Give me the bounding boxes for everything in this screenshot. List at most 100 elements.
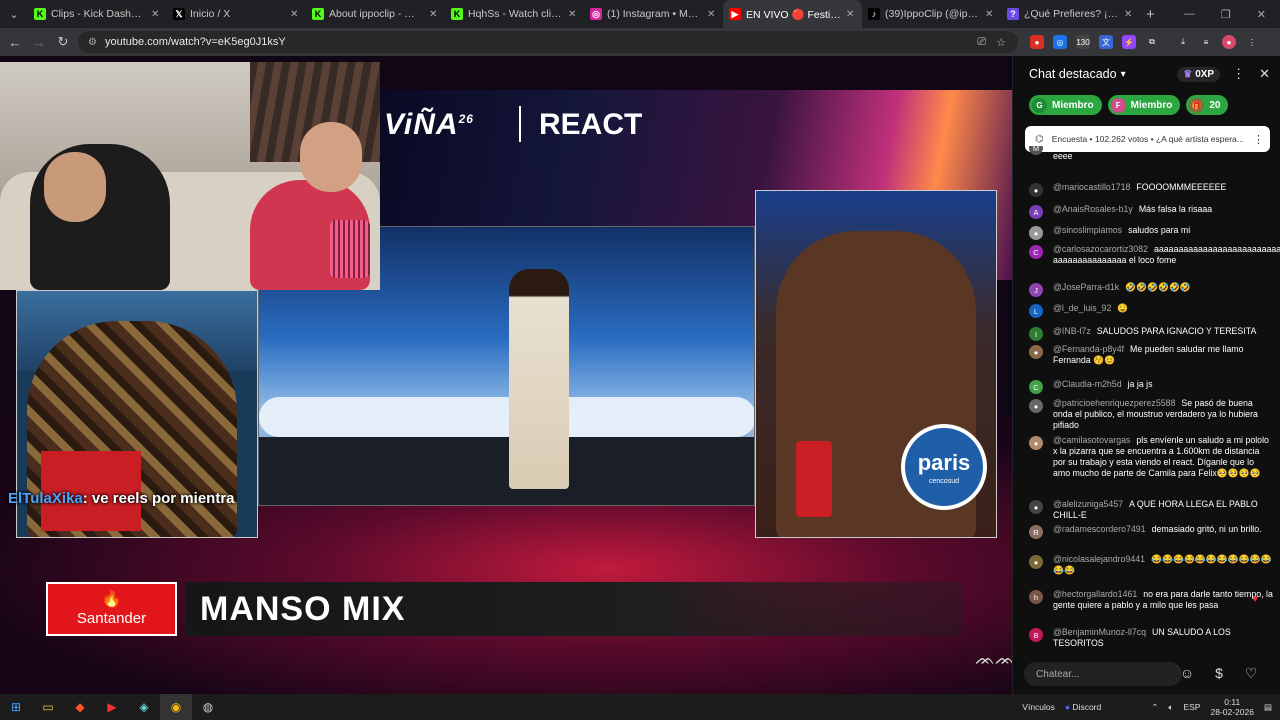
chat-more-icon[interactable]: ⋮ (1232, 66, 1245, 82)
links-label[interactable]: Vínculos (1022, 702, 1055, 712)
chat-message[interactable]: C @carlosazocarortiz3082 aaaaaaaaaaaaaaaaa… (1029, 244, 1280, 266)
close-tab-icon[interactable]: ✕ (429, 9, 439, 20)
close-tab-icon[interactable]: ✕ (846, 9, 856, 20)
download-icon[interactable]: ⤓ (1176, 35, 1190, 49)
emoji-icon[interactable]: ☺ (1178, 664, 1196, 682)
chat-username[interactable]: @patricioehenriquezperez5588 (1053, 398, 1175, 408)
chat-message[interactable]: I @INB-l7z SALUDOS PARA IGNACIO Y TERESITA (1029, 326, 1273, 341)
browser-tab[interactable]: K Clips - Kick Dashboard ✕ (28, 0, 167, 28)
chat-message[interactable]: ● @Fernanda-p8y4f Me pueden saludar me lla… (1029, 344, 1273, 366)
maximize-icon[interactable]: ❐ (1221, 8, 1231, 21)
close-tab-icon[interactable]: ✕ (151, 9, 161, 20)
chat-avatar[interactable]: ● (1029, 436, 1043, 450)
chat-message[interactable]: ● @camilasotovargas pls envíenle un saludo… (1029, 435, 1273, 479)
browser-tab[interactable]: K About ippoclip - Watch Liv ✕ (306, 0, 445, 28)
chat-mode-dropdown[interactable]: Chat destacado (1029, 67, 1117, 81)
chat-username[interactable]: @AnaisRosales-b1y (1053, 204, 1133, 214)
heart-icon[interactable]: ♡ (1242, 664, 1260, 682)
bookmark-star-icon[interactable]: ☆ (996, 36, 1006, 49)
chat-avatar[interactable]: J (1029, 283, 1043, 297)
chat-message[interactable]: Mfomeeeeeeeeeeeeeeeeeeeeeeeeeeeeeeeerrre… (1029, 146, 1273, 162)
browser-tab[interactable]: ? ¿Qué Prefieres? ¡Juega en ✕ (1001, 0, 1140, 28)
back-icon[interactable]: ← (3, 35, 27, 50)
reading-list-icon[interactable]: ≡ (1199, 35, 1213, 49)
chat-avatar[interactable]: C (1029, 245, 1043, 259)
notifications-icon[interactable]: ▤ (1264, 702, 1272, 713)
new-tab-button[interactable]: + (1146, 6, 1155, 23)
chat-message[interactable]: J @JoseParra-d1k 🤣🤣🤣🤣🤣🤣 (1029, 282, 1273, 297)
chat-message[interactable]: B @BenjaminMunoz-ll7cq UN SALUDO A LOS TES… (1029, 627, 1273, 649)
chat-username[interactable]: @mariocastillo1718 (1053, 182, 1130, 192)
member-badge[interactable]: G Miembro (1029, 95, 1102, 115)
tray-expand-icon[interactable]: ⌃ (1151, 702, 1158, 713)
chat-username[interactable]: @camilasotovargas (1053, 435, 1130, 445)
browser-tab[interactable]: 𝕏 Inicio / X ✕ (167, 0, 306, 28)
chat-username[interactable]: @JoseParra-d1k (1053, 282, 1119, 292)
chat-message[interactable]: L @l_de_luis_92 🤤 (1029, 303, 1273, 318)
member-badge[interactable]: F Miembro (1107, 95, 1181, 115)
chat-username[interactable]: @alelizuniga5457 (1053, 499, 1123, 509)
chat-avatar[interactable]: I (1029, 327, 1043, 341)
chat-username[interactable]: @sinoslimpiamos (1053, 225, 1122, 235)
chat-username[interactable]: @carlosazocarortiz3082 (1053, 244, 1148, 254)
close-chat-icon[interactable]: ✕ (1259, 66, 1270, 82)
browser-tab[interactable]: ▶ EN VIVO 🔴 Festival d ✕ (723, 0, 862, 28)
chat-avatar[interactable]: ● (1029, 183, 1043, 197)
chat-message[interactable]: ● @mariocastillo1718 FOOOOMMMEEEEEE (1029, 182, 1273, 197)
minimize-icon[interactable]: — (1184, 8, 1195, 20)
points-badge[interactable]: ♛ 0XP (1177, 66, 1221, 82)
chevron-down-icon[interactable]: ▾ (1121, 69, 1126, 80)
clock[interactable]: 0:11 28-02-2026 (1210, 697, 1253, 717)
chat-username[interactable]: @l_de_luis_92 (1053, 303, 1111, 313)
file-explorer-icon[interactable]: ▭ (32, 694, 64, 720)
extension-blue-icon[interactable]: ◎ (1053, 35, 1067, 49)
chat-username[interactable]: @Claudia-m2h5d (1053, 379, 1122, 389)
chat-username[interactable]: @radamescordero7491 (1053, 524, 1146, 534)
member-badge[interactable]: 🎁 20 (1186, 95, 1229, 115)
chat-avatar[interactable]: R (1029, 525, 1043, 539)
chat-message[interactable]: ● @sinoslimpiamos saludos para mi (1029, 225, 1273, 240)
tab-search-icon[interactable]: ⌄ (0, 0, 28, 28)
extensions-puzzle-icon[interactable]: ⧉ (1145, 35, 1159, 49)
chat-message[interactable]: C @Claudia-m2h5d ja ja js (1029, 379, 1273, 394)
close-tab-icon[interactable]: ✕ (568, 9, 578, 20)
url-bar[interactable]: ⚙ youtube.com/watch?v=eK5eg0J1ksY ⎚ ☆ (78, 31, 1018, 53)
chat-avatar[interactable]: ● (1029, 345, 1043, 359)
chat-avatar[interactable]: B (1029, 628, 1043, 642)
site-info-icon[interactable]: ⚙ (88, 37, 97, 48)
language-indicator[interactable]: ESP (1183, 702, 1200, 712)
chat-message[interactable]: A @AnaisRosales-b1y Más falsa la risaaa (1029, 204, 1273, 219)
extension-counter-icon[interactable]: 130 (1076, 35, 1090, 49)
chat-username[interactable]: @Fernanda-p8y4f (1053, 344, 1124, 354)
windows-start-icon[interactable]: ⊞ (0, 694, 32, 720)
chat-avatar[interactable]: ● (1029, 399, 1043, 413)
browser-tab[interactable]: ♪ (39)IppoClip (@ippoclip) | T ✕ (862, 0, 1001, 28)
media-player-icon[interactable]: ▶ (96, 694, 128, 720)
chat-message[interactable]: h @hectorgallardo1461 no era para darle ta… (1029, 589, 1273, 611)
chat-username[interactable]: @INB-l7z (1053, 326, 1091, 336)
chat-message[interactable]: ● @nicolasalejandro9441 😂😂😂😂😂😂😂😂😂😂😂😂😂 (1029, 554, 1273, 576)
chat-username[interactable]: @hectorgallardo1461 (1053, 589, 1137, 599)
chat-message[interactable]: ● @patricioehenriquezperez5588 Se pasó de … (1029, 398, 1273, 431)
close-window-icon[interactable]: ✕ (1257, 8, 1266, 21)
app-icon[interactable]: ◈ (128, 694, 160, 720)
volume-icon[interactable]: 🔈︎ (1168, 702, 1173, 713)
chat-avatar[interactable]: h (1029, 590, 1043, 604)
close-tab-icon[interactable]: ✕ (985, 9, 995, 20)
brave-browser-icon[interactable]: ◆ (64, 694, 96, 720)
chat-avatar[interactable]: ● (1029, 500, 1043, 514)
close-tab-icon[interactable]: ✕ (707, 9, 717, 20)
extension-translate-icon[interactable]: 文 (1099, 35, 1113, 49)
close-tab-icon[interactable]: ✕ (290, 9, 300, 20)
chat-avatar[interactable]: C (1029, 380, 1043, 394)
chat-message[interactable]: ● @alelizuniga5457 A QUE HORA LLEGA EL PAB… (1029, 499, 1273, 521)
chrome-icon[interactable]: ◉ (160, 694, 192, 720)
obs-icon[interactable]: ◍ (192, 694, 224, 720)
discord-tray[interactable]: ● Discord (1065, 702, 1101, 712)
browser-menu-icon[interactable]: ⋮ (1245, 35, 1259, 49)
browser-tab[interactable]: K HqhSs - Watch clips o ✕ (445, 0, 584, 28)
reload-icon[interactable]: ↻ (51, 34, 75, 50)
profile-avatar[interactable]: ● (1222, 35, 1236, 49)
forward-icon[interactable]: → (27, 35, 51, 50)
chat-avatar[interactable]: A (1029, 205, 1043, 219)
